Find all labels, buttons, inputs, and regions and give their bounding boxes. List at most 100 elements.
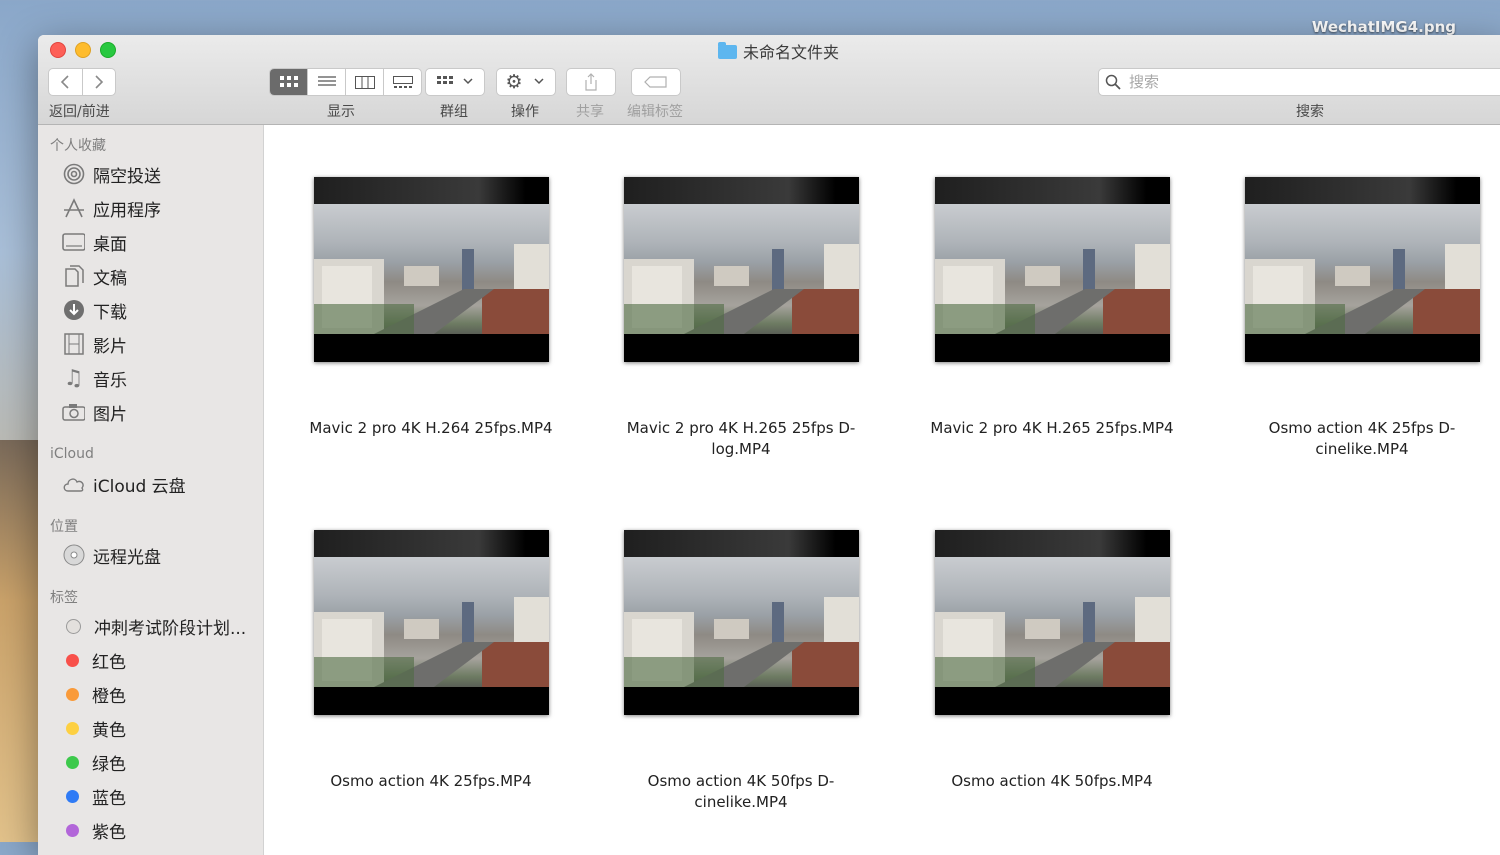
icon-view-button[interactable]: [270, 69, 308, 95]
sidebar-item-airdrop[interactable]: 隔空投送: [62, 159, 161, 189]
camera-icon: [62, 401, 85, 423]
video-thumbnail: [313, 530, 549, 715]
sidebar-tag-item[interactable]: 红色: [62, 645, 126, 675]
sidebar-item-label: iCloud 云盘: [93, 476, 186, 497]
sidebar-item-label: 红色: [92, 652, 126, 673]
minimize-button[interactable]: [75, 42, 91, 58]
edit-tags-button[interactable]: [631, 68, 681, 96]
gallery-icon: [392, 75, 413, 88]
sidebar-item-label: 音乐: [93, 370, 127, 391]
video-thumbnail: [623, 177, 859, 362]
search-icon: [1105, 74, 1121, 90]
film-icon: [62, 333, 85, 355]
disc-icon: [62, 544, 85, 566]
search-field[interactable]: [1098, 68, 1500, 96]
sidebar-item-pictures[interactable]: 图片: [62, 397, 127, 427]
file-item[interactable]: Mavic 2 pro 4K H.265 25fps.MP4: [917, 177, 1187, 439]
tag-color-dot: [66, 789, 79, 803]
action-button[interactable]: ⚙: [496, 68, 556, 96]
sidebar-tag-item[interactable]: 绿色: [62, 747, 126, 777]
sidebar: 个人收藏 隔空投送 应用程序 桌面 文稿 下载 影片 ♫ 音乐 图片 iClou…: [38, 125, 264, 855]
sidebar-item-label: 紫色: [92, 822, 126, 843]
sidebar-item-label: 影片: [93, 336, 127, 357]
airdrop-icon: [62, 163, 85, 185]
sidebar-item-downloads[interactable]: 下载: [62, 295, 127, 325]
close-button[interactable]: [50, 42, 66, 58]
grid-icon: [279, 76, 298, 87]
share-icon: [585, 73, 597, 91]
file-name: Mavic 2 pro 4K H.264 25fps.MP4: [309, 419, 553, 437]
file-item[interactable]: Osmo action 4K 50fps.MP4: [917, 530, 1187, 792]
file-grid: Mavic 2 pro 4K H.264 25fps.MP4 Mavic 2 pr…: [264, 125, 1500, 855]
sidebar-item-desktop[interactable]: 桌面: [62, 227, 127, 257]
column-view-button[interactable]: [346, 69, 384, 95]
file-name: Osmo action 4K 50fps D-cinelike.MP4: [647, 772, 835, 811]
sidebar-item-icloud-drive[interactable]: iCloud 云盘: [62, 469, 186, 499]
file-name: Mavic 2 pro 4K H.265 25fps.MP4: [930, 419, 1174, 437]
tags-header: 标签: [50, 590, 78, 606]
fullscreen-button[interactable]: [100, 42, 116, 58]
list-icon: [317, 76, 336, 86]
tag-color-dot: [66, 653, 79, 667]
file-item[interactable]: Mavic 2 pro 4K H.265 25fps D-log.MP4: [606, 177, 876, 460]
chevron-down-icon: [533, 78, 544, 85]
back-button[interactable]: [49, 69, 83, 95]
video-thumbnail: [1244, 177, 1480, 362]
sidebar-tag-item[interactable]: 冲刺考试阶段计划...: [62, 611, 246, 641]
desktop-file-label[interactable]: WechatIMG4.png: [1312, 18, 1456, 36]
video-thumbnail: [623, 530, 859, 715]
list-view-button[interactable]: [308, 69, 346, 95]
columns-icon: [354, 75, 375, 89]
chevron-left-icon: [61, 75, 69, 89]
chevron-right-icon: [95, 75, 103, 89]
sidebar-item-music[interactable]: ♫ 音乐: [62, 363, 127, 393]
sidebar-tag-item[interactable]: 紫色: [62, 815, 126, 845]
desktop-icon: [62, 231, 85, 253]
group-label: 群组: [440, 104, 468, 120]
share-button[interactable]: [566, 68, 616, 96]
tag-icon: [644, 76, 667, 88]
gallery-view-button[interactable]: [384, 69, 421, 95]
group-button[interactable]: [425, 68, 485, 96]
file-item[interactable]: Osmo action 4K 50fps D-cinelike.MP4: [606, 530, 876, 813]
favorites-header: 个人收藏: [50, 138, 106, 154]
sidebar-item-movies[interactable]: 影片: [62, 329, 127, 359]
back-forward-label: 返回/前进: [49, 104, 110, 120]
window-title-text: 未命名文件夹: [743, 43, 840, 62]
file-item[interactable]: Osmo action 4K 25fps.MP4: [296, 530, 566, 792]
sidebar-item-label: 隔空投送: [93, 166, 161, 187]
action-label: 操作: [511, 104, 539, 120]
sidebar-item-label: 黄色: [92, 720, 126, 741]
back-forward-control: [48, 68, 116, 96]
cloud-icon: [62, 473, 85, 495]
search-input[interactable]: [1127, 72, 1500, 92]
sidebar-item-applications[interactable]: 应用程序: [62, 193, 161, 223]
finder-window: 未命名文件夹 返回/前进 显示 群组 ⚙ 操作 共享 编辑标签 搜索 搜索 个人…: [38, 35, 1500, 855]
sidebar-item-label: 橙色: [92, 686, 126, 707]
file-name: Osmo action 4K 25fps D-cinelike.MP4: [1268, 419, 1456, 458]
sidebar-tag-item[interactable]: 蓝色: [62, 781, 126, 811]
sidebar-tag-item[interactable]: 橙色: [62, 679, 126, 709]
window-title: 未命名文件夹: [718, 39, 839, 63]
tag-color-dot: [66, 618, 81, 634]
sidebar-item-label: 桌面: [93, 234, 127, 255]
sidebar-item-label: 绿色: [92, 754, 126, 775]
sidebar-item-label: 下载: [93, 302, 127, 323]
locations-header: 位置: [50, 519, 78, 535]
sidebar-item-label: 冲刺考试阶段计划...: [94, 618, 247, 639]
download-icon: [62, 299, 85, 321]
icloud-header: iCloud: [50, 446, 94, 462]
file-item[interactable]: Mavic 2 pro 4K H.264 25fps.MP4: [296, 177, 566, 439]
file-name: Osmo action 4K 50fps.MP4: [951, 772, 1153, 790]
documents-icon: [62, 265, 85, 287]
share-label: 共享: [576, 104, 604, 120]
forward-button[interactable]: [83, 69, 116, 95]
sidebar-item-documents[interactable]: 文稿: [62, 261, 127, 291]
video-thumbnail: [313, 177, 549, 362]
sidebar-tag-item[interactable]: 黄色: [62, 713, 126, 743]
video-thumbnail: [934, 177, 1170, 362]
video-thumbnail: [934, 530, 1170, 715]
file-item[interactable]: Osmo action 4K 25fps D-cinelike.MP4: [1227, 177, 1497, 460]
folder-icon: [718, 42, 737, 59]
sidebar-item-remote-disc[interactable]: 远程光盘: [62, 540, 161, 570]
